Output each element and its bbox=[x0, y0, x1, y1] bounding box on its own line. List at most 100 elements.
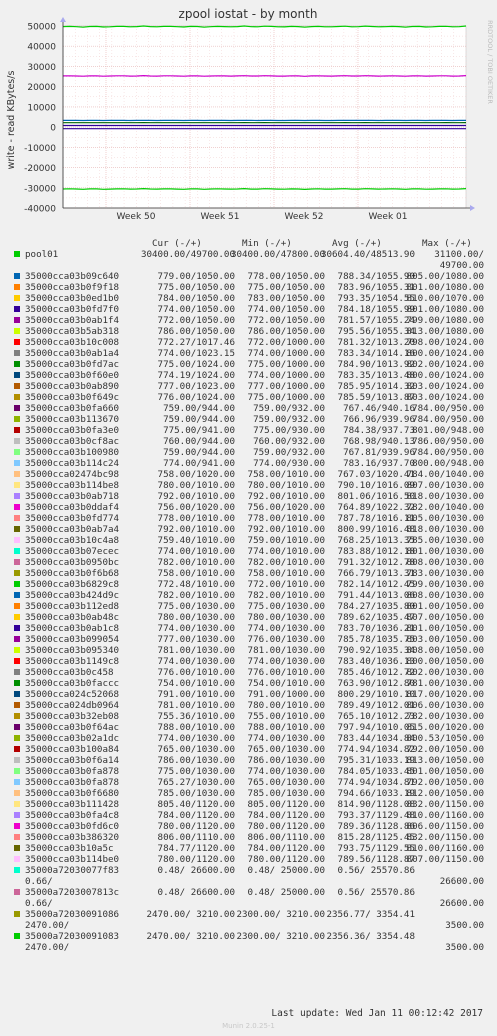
legend-swatch bbox=[14, 438, 20, 444]
legend-name: 35000cca024db0964 bbox=[25, 700, 120, 711]
legend-cur: 772.48/1010.00 bbox=[157, 579, 235, 590]
legend-max: 813.00/1050.00 bbox=[406, 755, 484, 766]
legend-swatch bbox=[14, 757, 20, 763]
legend-swatch bbox=[14, 339, 20, 345]
legend-avg: 783.34/1014.16 bbox=[337, 348, 415, 359]
legend-swatch bbox=[14, 768, 20, 774]
legend-swatch bbox=[14, 559, 20, 565]
legend-name: 35000cca03b0c458 bbox=[25, 667, 114, 678]
legend-max: 815.00/1020.00 bbox=[406, 722, 484, 733]
legend-min: 774.00/1030.00 bbox=[247, 656, 325, 667]
legend-min: 792.00/1010.00 bbox=[247, 491, 325, 502]
legend-header-cur: Cur (-/+) bbox=[152, 238, 202, 249]
legend-swatch bbox=[14, 889, 20, 895]
legend-swatch bbox=[14, 306, 20, 312]
legend-max: 801.00/1050.00 bbox=[406, 766, 484, 777]
legend-min: 775.00/930.00 bbox=[253, 425, 325, 436]
legend-avg: 789.36/1128.86 bbox=[337, 821, 415, 832]
legend-min: 772.00/1010.00 bbox=[247, 579, 325, 590]
y-axis-label: write - read KBytes/s bbox=[6, 71, 17, 170]
legend-max: 807.00/1150.00 bbox=[406, 854, 484, 865]
legend-min: 778.00/1010.00 bbox=[247, 513, 325, 524]
legend-swatch bbox=[14, 724, 20, 730]
legend-cur: 774.00/1030.00 bbox=[157, 733, 235, 744]
legend-cur: 759.00/944.00 bbox=[163, 403, 235, 414]
legend-max: 817.00/1020.00 bbox=[406, 689, 484, 700]
legend-name: 35000cca03b1149c8 bbox=[25, 656, 120, 667]
legend-min: 775.00/1030.00 bbox=[247, 601, 325, 612]
legend-avg: 788.34/1055.90 bbox=[337, 271, 415, 282]
legend-swatch bbox=[14, 394, 20, 400]
series-line bbox=[62, 187, 467, 191]
legend-avg: 793.75/1129.55 bbox=[337, 843, 415, 854]
legend-avg: 800.29/1010.10 bbox=[337, 689, 415, 700]
legend-wrap-left: 2470.00/ bbox=[25, 920, 70, 931]
legend-name: 35000cca03b114be0 bbox=[25, 854, 120, 865]
legend-cur: 792.00/1010.00 bbox=[157, 491, 235, 502]
legend-row: 35000cca03b0fa660 759.00/944.00 759.00/932… bbox=[0, 403, 497, 414]
legend-max: 808.00/1030.00 bbox=[406, 590, 484, 601]
y-tick-label: 10000 bbox=[27, 103, 56, 113]
legend-cur: 30400.00/49700.00 bbox=[140, 249, 235, 260]
legend-avg: 781.32/1013.20 bbox=[337, 337, 415, 348]
legend-name: 35000cca03b0cf8ac bbox=[25, 436, 120, 447]
legend-swatch bbox=[14, 603, 20, 609]
legend-name: 35000cca03b0fa4c8 bbox=[25, 810, 120, 821]
legend-swatch bbox=[14, 493, 20, 499]
legend-min: 765.00/1030.00 bbox=[247, 777, 325, 788]
legend-row: 35000cca03b0cf8ac 760.00/944.00 760.00/932… bbox=[0, 436, 497, 447]
legend-min: 805.00/1120.00 bbox=[247, 799, 325, 810]
legend-swatch bbox=[14, 526, 20, 532]
legend-row: 35000cca03b0f60e0 774.19/1024.00 774.00/10… bbox=[0, 370, 497, 381]
legend-name: 35000cca03b0fa878 bbox=[25, 766, 120, 777]
legend-avg: 789.56/1128.87 bbox=[337, 854, 415, 865]
legend-min: 0.48/ 25000.00 bbox=[247, 865, 325, 876]
legend-min: 774.00/1050.00 bbox=[247, 304, 325, 315]
legend-cur: 784.00/1050.00 bbox=[157, 293, 235, 304]
legend-name: 35000cca03b0ab1a4 bbox=[25, 348, 120, 359]
legend-avg: 767.46/940.16 bbox=[343, 403, 415, 414]
legend-min: 2300.00/ 3210.00 bbox=[236, 931, 325, 942]
legend-avg: 790.92/1035.34 bbox=[337, 645, 415, 656]
legend-cur: 755.36/1010.00 bbox=[157, 711, 235, 722]
legend-swatch bbox=[14, 636, 20, 642]
legend-row: 35000cca03b6829c8 772.48/1010.00 772.00/10… bbox=[0, 579, 497, 590]
legend-swatch bbox=[14, 581, 20, 587]
legend-cur: 759.00/944.00 bbox=[163, 414, 235, 425]
legend-cur: 759.40/1010.00 bbox=[157, 535, 235, 546]
legend-avg: 783.70/1036.21 bbox=[337, 623, 415, 634]
legend-row: 35000a72030077f83 0.48/ 26600.00 0.48/ 250… bbox=[0, 865, 497, 887]
legend-max: 800.00/948.00 bbox=[412, 458, 484, 469]
legend-row: 35000cca03b10c4a8 759.40/1010.00 759.00/10… bbox=[0, 535, 497, 546]
legend-max: 803.00/1024.00 bbox=[406, 392, 484, 403]
legend-swatch bbox=[14, 482, 20, 488]
legend-cur: 772.27/1017.46 bbox=[157, 337, 235, 348]
legend-swatch bbox=[14, 867, 20, 873]
y-tick-label: -20000 bbox=[24, 164, 56, 174]
legend-max: 818.00/1030.00 bbox=[406, 524, 484, 535]
legend-row: 35000cca03b100980 759.00/944.00 759.00/932… bbox=[0, 447, 497, 458]
legend-avg: 800.99/1016.48 bbox=[337, 524, 415, 535]
legend-avg: 2356.77/ 3354.41 bbox=[326, 909, 415, 920]
legend-cur: 791.00/1010.00 bbox=[157, 689, 235, 700]
legend-swatch bbox=[14, 405, 20, 411]
legend-max: 832.00/1150.00 bbox=[406, 799, 484, 810]
legend-name: 35000cca03b0fd7ac bbox=[25, 359, 120, 370]
legend-row: 35000cca03b0ed1b0 784.00/1050.00 783.00/10… bbox=[0, 293, 497, 304]
legend-name: 35000cca03b100a84 bbox=[25, 744, 120, 755]
legend-name: 35000cca03b099054 bbox=[25, 634, 120, 645]
legend-cur: 784.00/1120.00 bbox=[157, 810, 235, 821]
legend-swatch bbox=[14, 812, 20, 818]
legend-row: 35000cca03b099054 777.00/1030.00 776.00/10… bbox=[0, 634, 497, 645]
legend-max: 818.00/1030.00 bbox=[406, 491, 484, 502]
legend-cur: 765.00/1030.00 bbox=[157, 744, 235, 755]
legend-swatch bbox=[14, 416, 20, 422]
legend-avg: 0.56/ 25570.86 bbox=[337, 865, 415, 876]
legend-row: 35000cca03b0fd7ac 775.00/1024.00 775.00/10… bbox=[0, 359, 497, 370]
legend-row: 35000cca03b0fa878 775.00/1030.00 774.00/10… bbox=[0, 766, 497, 777]
legend-min: 784.00/1120.00 bbox=[247, 843, 325, 854]
legend-max: 800.53/1050.00 bbox=[406, 733, 484, 744]
legend-min: 759.00/932.00 bbox=[253, 403, 325, 414]
legend-avg: 784.27/1035.80 bbox=[337, 601, 415, 612]
legend-cur: 774.00/941.00 bbox=[163, 458, 235, 469]
